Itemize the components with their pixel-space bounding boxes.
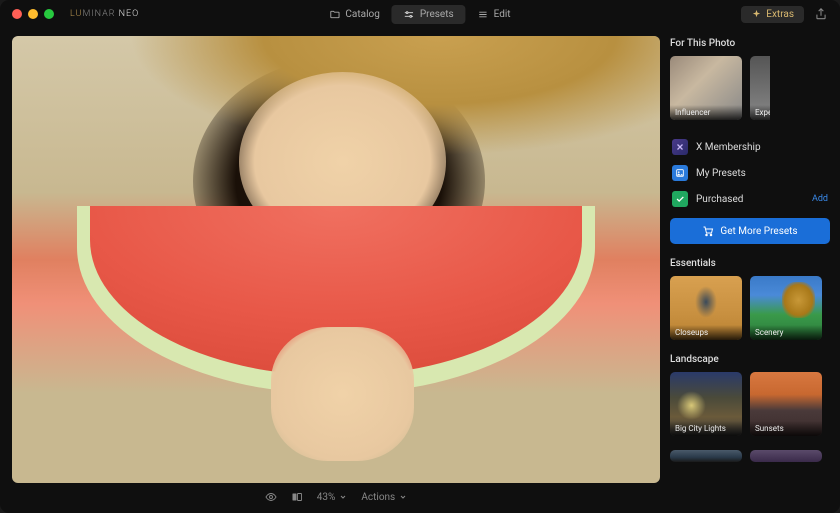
purchased-icon (672, 191, 688, 207)
menu-label: My Presets (696, 168, 746, 179)
tab-edit[interactable]: Edit (466, 5, 523, 24)
chevron-down-icon (399, 493, 407, 501)
extras-label: Extras (766, 9, 794, 20)
presets-panel: For This Photo Influencer Experim X Memb… (662, 28, 840, 513)
app-title-part: MINAR (82, 9, 118, 19)
menu-my-presets[interactable]: My Presets (670, 160, 830, 186)
preset-thumb-closeups[interactable]: Closeups (670, 276, 742, 340)
minimize-window-button[interactable] (28, 9, 38, 19)
folder-icon (329, 9, 340, 20)
tab-label: Presets (420, 9, 454, 20)
eye-icon (265, 491, 277, 503)
menu-purchased[interactable]: Purchased Add (670, 186, 830, 212)
section-landscape: Landscape (670, 354, 830, 365)
canvas-area: 43% Actions (0, 28, 662, 513)
edit-icon (478, 9, 489, 20)
preset-thumb-partial[interactable] (670, 450, 742, 462)
tab-label: Edit (494, 9, 511, 20)
tab-label: Catalog (345, 9, 379, 20)
section-essentials: Essentials (670, 258, 830, 269)
essentials-row: Closeups Scenery (670, 276, 830, 340)
menu-label: Purchased (696, 194, 743, 205)
x-membership-icon (672, 139, 688, 155)
cart-icon (702, 225, 714, 237)
preset-thumb-scenery[interactable]: Scenery (750, 276, 822, 340)
preset-thumb-big-city-lights[interactable]: Big City Lights (670, 372, 742, 436)
get-more-presets-button[interactable]: Get More Presets (670, 218, 830, 244)
sparkle-icon (751, 9, 762, 20)
thumb-label: Sunsets (750, 421, 822, 436)
thumb-label: Influencer (670, 105, 742, 120)
add-purchased-link[interactable]: Add (812, 194, 828, 204)
eye-toggle[interactable] (265, 491, 277, 503)
photo-image (12, 36, 660, 483)
zoom-dropdown[interactable]: 43% (317, 492, 348, 503)
photo-canvas[interactable] (12, 36, 660, 483)
actions-label: Actions (361, 492, 395, 503)
compare-icon (291, 491, 303, 503)
share-button[interactable] (814, 7, 828, 21)
app-body: 43% Actions For This Photo Influencer Ex… (0, 28, 840, 513)
app-title-part: LU (70, 9, 82, 19)
main-tabs: Catalog Presets Edit (317, 5, 522, 24)
canvas-bottombar: 43% Actions (12, 483, 660, 511)
maximize-window-button[interactable] (44, 9, 54, 19)
chevron-down-icon (339, 493, 347, 501)
traffic-lights (12, 9, 54, 19)
landscape-row-2 (670, 450, 830, 462)
titlebar: LUMINAR NEO Catalog Presets Edit (0, 0, 840, 28)
thumb-label: Scenery (750, 325, 822, 340)
close-window-button[interactable] (12, 9, 22, 19)
menu-label: X Membership (696, 142, 761, 153)
thumb-label: Experim (750, 105, 770, 120)
zoom-value: 43% (317, 492, 336, 503)
compare-toggle[interactable] (291, 491, 303, 503)
actions-dropdown[interactable]: Actions (361, 492, 407, 503)
tab-presets[interactable]: Presets (392, 5, 466, 24)
landscape-row: Big City Lights Sunsets (670, 372, 830, 436)
app-window: LUMINAR NEO Catalog Presets Edit (0, 0, 840, 513)
sliders-icon (404, 9, 415, 20)
preset-thumb-sunsets[interactable]: Sunsets (750, 372, 822, 436)
section-for-this-photo: For This Photo (670, 38, 830, 49)
preset-thumb-partial[interactable] (750, 450, 822, 462)
menu-x-membership[interactable]: X Membership (670, 134, 830, 160)
preset-thumb-experimental[interactable]: Experim (750, 56, 770, 120)
extras-button[interactable]: Extras (741, 6, 804, 23)
my-presets-icon (672, 165, 688, 181)
for-this-photo-row: Influencer Experim (670, 56, 830, 120)
thumb-label: Big City Lights (670, 421, 742, 436)
app-title-part: NEO (119, 9, 140, 19)
titlebar-right: Extras (741, 6, 828, 23)
preset-thumb-influencer[interactable]: Influencer (670, 56, 742, 120)
button-label: Get More Presets (720, 226, 797, 237)
tab-catalog[interactable]: Catalog (317, 5, 391, 24)
thumb-label: Closeups (670, 325, 742, 340)
app-title: LUMINAR NEO (70, 9, 139, 19)
